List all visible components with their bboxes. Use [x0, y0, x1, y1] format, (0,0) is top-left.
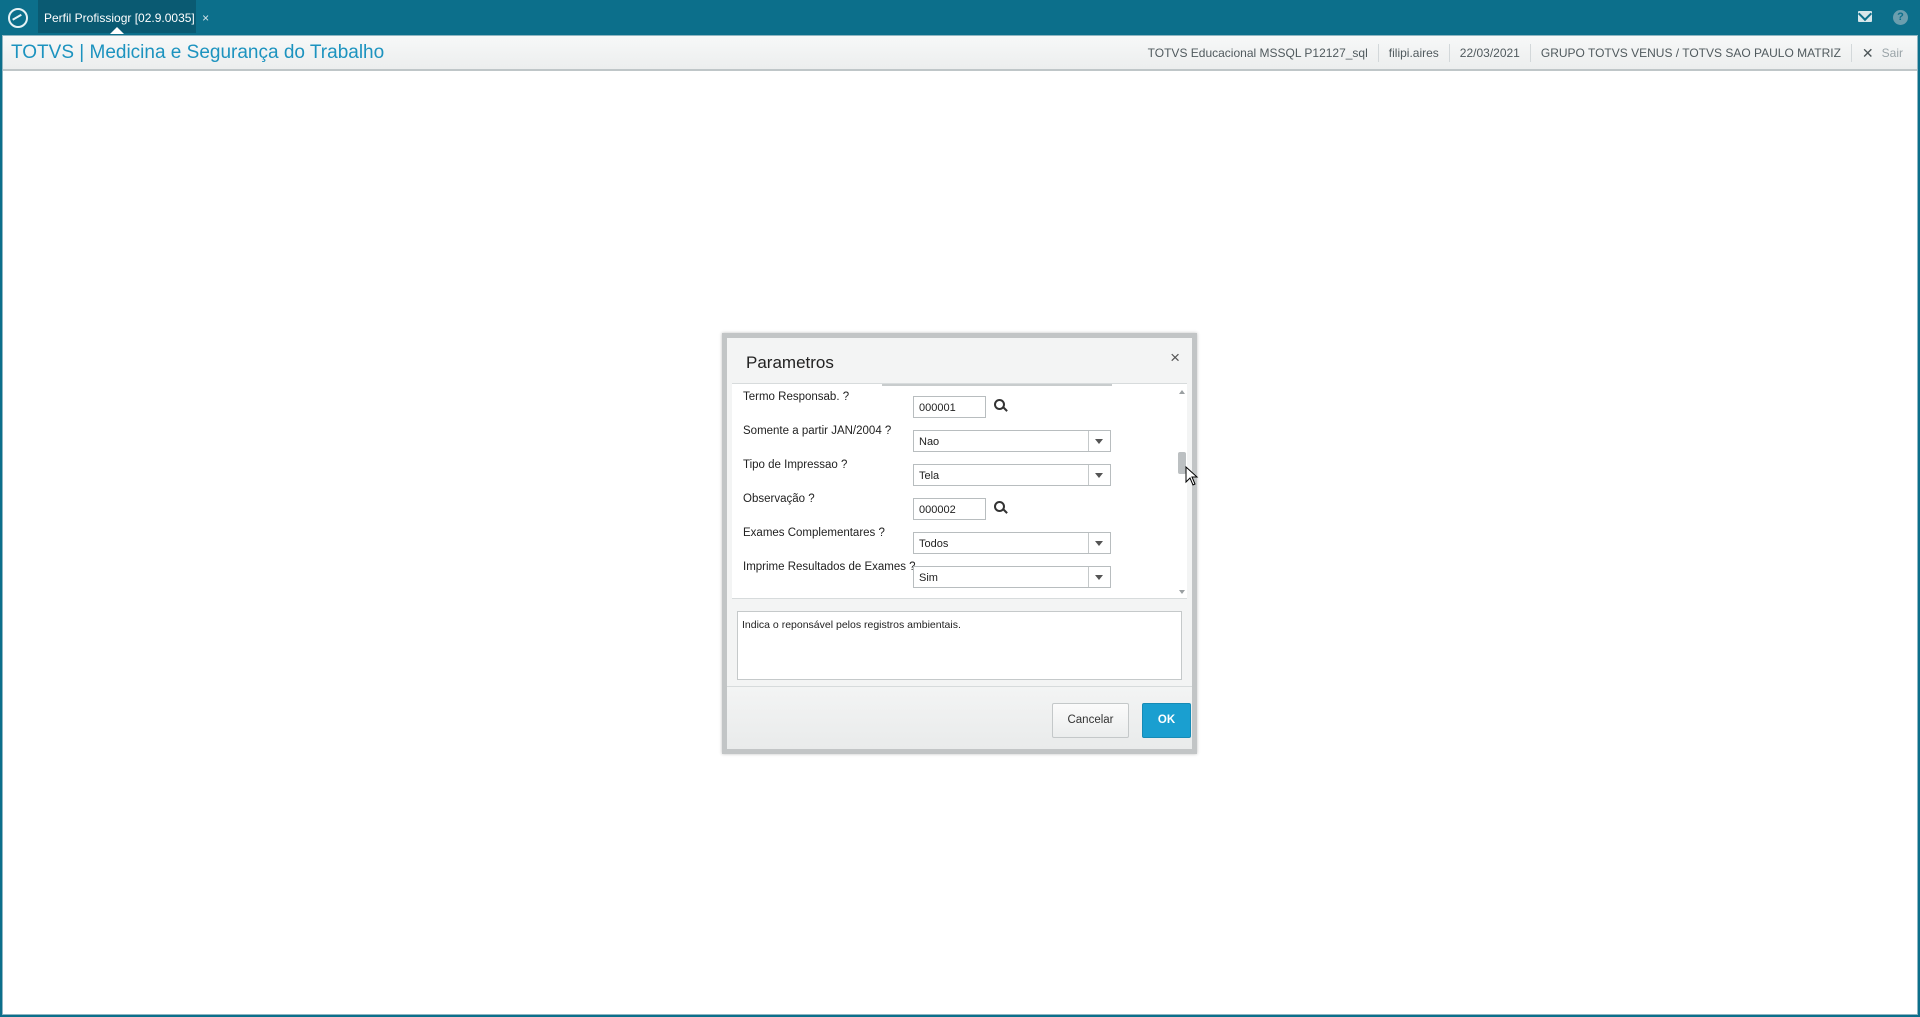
param-row-imprime-resultados: Imprime Resultados de Exames ? Sim [732, 561, 1172, 595]
top-tab-bar: Perfil Profissiogr [02.9.0035] × ? [0, 0, 1920, 35]
tipo-impressao-select[interactable]: Tela [913, 464, 1111, 486]
dialog-title: Parametros [746, 353, 834, 372]
chevron-down-icon[interactable] [1088, 465, 1110, 485]
param-label: Somente a partir JAN/2004 ? [743, 425, 892, 437]
search-icon[interactable] [994, 501, 1008, 515]
param-label: Tipo de Impressao ? [743, 459, 848, 471]
param-label: Termo Responsab. ? [743, 391, 850, 403]
tab-close-icon[interactable]: × [202, 11, 209, 25]
scroll-up-icon[interactable] [1179, 390, 1185, 394]
param-help-text: Indica o reponsável pelos registros ambi… [737, 611, 1182, 680]
mail-icon[interactable] [1858, 11, 1872, 22]
parametros-dialog: Parametros × Termo Responsab. ? 000001 S… [722, 333, 1197, 754]
environment-label: TOTVS Educacional MSSQL P12127_sql [1147, 45, 1368, 60]
page-title: TOTVS | Medicina e Segurança do Trabalho [11, 42, 385, 63]
chevron-down-icon[interactable] [1088, 431, 1110, 451]
cancel-button[interactable]: Cancelar [1052, 703, 1129, 738]
param-label: Imprime Resultados de Exames ? [743, 561, 916, 573]
divider [882, 384, 1112, 386]
param-row-tipo-impressao: Tipo de Impressao ? Tela [732, 459, 1172, 493]
logout-button[interactable]: ✕ Sair [1850, 43, 1903, 62]
header-info: TOTVS Educacional MSSQL P12127_sql filip… [1138, 36, 1903, 69]
tab-label: Perfil Profissiogr [02.9.0035] [44, 11, 195, 25]
imprime-resultados-select[interactable]: Sim [913, 566, 1111, 588]
param-label: Observação ? [743, 493, 815, 505]
dialog-close-icon[interactable]: × [1170, 348, 1180, 368]
date-label: 22/03/2021 [1448, 43, 1530, 62]
observacao-input[interactable]: 000002 [913, 498, 986, 520]
chevron-down-icon[interactable] [1088, 533, 1110, 553]
somente-jan2004-select[interactable]: Nao [913, 430, 1111, 452]
search-icon[interactable] [994, 399, 1008, 413]
logout-label: Sair [1881, 45, 1903, 60]
vertical-scrollbar[interactable] [1177, 384, 1187, 598]
param-row-observacao: Observação ? 000002 [732, 493, 1172, 527]
totvs-logo-icon[interactable] [8, 8, 28, 28]
app-header: TOTVS | Medicina e Segurança do Trabalho… [3, 36, 1917, 71]
scroll-down-icon[interactable] [1179, 590, 1185, 594]
param-row-somente-jan2004: Somente a partir JAN/2004 ? Nao [732, 425, 1172, 459]
dialog-footer: Cancelar OK [727, 686, 1192, 749]
termo-responsab-input[interactable]: 000001 [913, 396, 986, 418]
select-value: Sim [919, 572, 938, 584]
close-icon: ✕ [1861, 44, 1874, 61]
user-label: filipi.aires [1377, 43, 1449, 62]
company-label: GRUPO TOTVS VENUS / TOTVS SAO PAULO MATR… [1529, 43, 1851, 62]
params-list[interactable]: Termo Responsab. ? 000001 Somente a part… [732, 383, 1187, 599]
param-row-termo-responsab: Termo Responsab. ? 000001 [732, 391, 1172, 425]
chevron-down-icon[interactable] [1088, 567, 1110, 587]
select-value: Nao [919, 436, 940, 448]
param-label: Exames Complementares ? [743, 527, 885, 539]
ok-button[interactable]: OK [1142, 703, 1191, 738]
exames-complementares-select[interactable]: Todos [913, 532, 1111, 554]
param-row-exames-complementares: Exames Complementares ? Todos [732, 527, 1172, 561]
help-icon[interactable]: ? [1893, 10, 1908, 25]
tab-pointer-icon [110, 27, 124, 34]
select-value: Tela [919, 470, 940, 482]
select-value: Todos [919, 538, 949, 550]
